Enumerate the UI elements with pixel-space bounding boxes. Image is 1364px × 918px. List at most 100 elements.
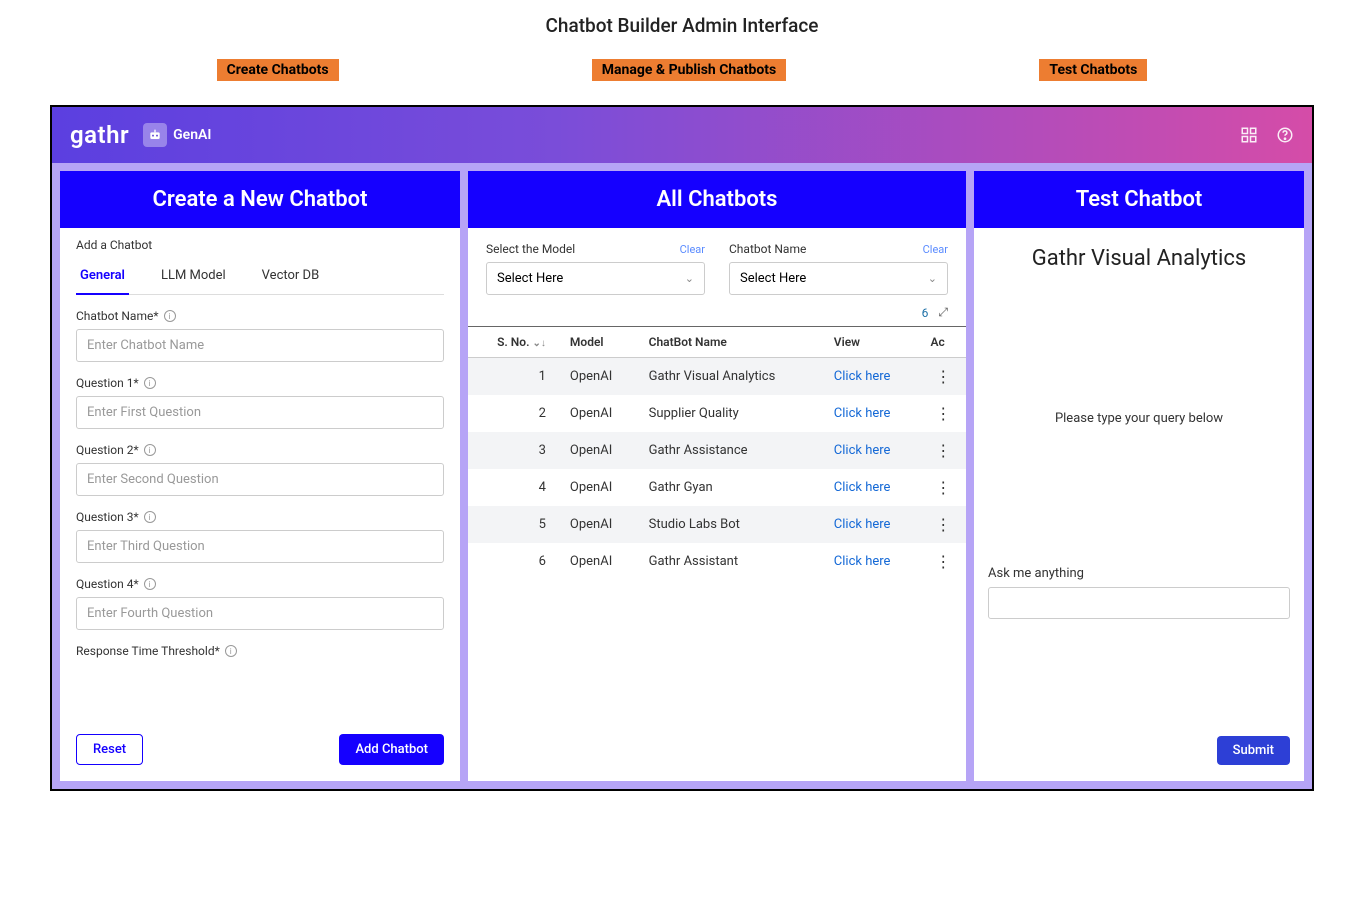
name-clear-link[interactable]: Clear [923, 243, 948, 256]
question1-label: Question 1* [76, 376, 139, 390]
kebab-icon[interactable]: ⋮ [921, 469, 966, 506]
question2-input[interactable] [76, 463, 444, 496]
expand-icon[interactable]: ⤢ [938, 305, 948, 320]
cell-name: Gathr Assistant [639, 543, 824, 580]
cell-sno: 1 [468, 358, 560, 396]
chatbot-name-input[interactable] [76, 329, 444, 362]
info-icon[interactable]: i [144, 377, 156, 389]
kebab-icon[interactable]: ⋮ [921, 395, 966, 432]
chatbot-name-label: Chatbot Name* [76, 309, 159, 323]
table-row: 4OpenAIGathr Gyan Click here ⋮ [468, 469, 966, 506]
question3-input[interactable] [76, 530, 444, 563]
cell-name: Gathr Gyan [639, 469, 824, 506]
question4-label: Question 4* [76, 577, 139, 591]
table-row: 2OpenAISupplier QualityClick here⋮ [468, 395, 966, 432]
callout-create: Create Chatbots [217, 59, 339, 81]
kebab-icon[interactable]: ⋮ [921, 543, 966, 580]
cell-model: OpenAI [560, 506, 639, 543]
callout-row: Create Chatbots Manage & Publish Chatbot… [0, 59, 1364, 105]
product-badge: GenAI [143, 123, 211, 147]
cell-model: OpenAI [560, 469, 639, 506]
create-panel: Create a New Chatbot Add a Chatbot Gener… [60, 171, 460, 781]
table-row: 3OpenAIGathr Assistance Click here ⋮ [468, 432, 966, 469]
brand-logo: gathr [70, 121, 129, 149]
col-action[interactable]: Ac [921, 327, 966, 358]
question1-input[interactable] [76, 396, 444, 429]
view-link[interactable]: Click here [834, 369, 891, 384]
apps-icon[interactable] [1240, 126, 1258, 144]
all-panel-title: All Chatbots [468, 171, 966, 228]
model-clear-link[interactable]: Clear [680, 243, 705, 256]
app-window: gathr GenAI Create a New Chatbot Add a C… [50, 105, 1314, 791]
info-icon[interactable]: i [144, 511, 156, 523]
test-panel: Test Chatbot Gathr Visual Analytics Plea… [974, 171, 1304, 781]
test-chatbot-name: Gathr Visual Analytics [988, 246, 1290, 271]
chatbots-table: S. No.⌄↓ Model ChatBot Name View Ac 1Ope… [468, 326, 966, 580]
kebab-icon[interactable]: ⋮ [921, 432, 966, 469]
cell-sno: 5 [468, 506, 560, 543]
table-row: 6OpenAIGathr Assistant Click here ⋮ [468, 543, 966, 580]
col-model[interactable]: Model [560, 327, 639, 358]
test-panel-title: Test Chatbot [974, 171, 1304, 228]
submit-button[interactable]: Submit [1217, 736, 1290, 765]
table-row: 1OpenAIGathr Visual AnalyticsClick here⋮ [468, 358, 966, 396]
callout-manage: Manage & Publish Chatbots [592, 59, 786, 81]
col-view[interactable]: View [824, 327, 921, 358]
sort-icon: ⌄↓ [533, 338, 546, 349]
model-select[interactable]: Select Here ⌄ [486, 262, 705, 295]
view-link[interactable]: Click here [834, 443, 891, 458]
cell-model: OpenAI [560, 358, 639, 396]
callout-test: Test Chatbots [1039, 59, 1147, 81]
help-icon[interactable] [1276, 126, 1294, 144]
view-link[interactable]: Click here [834, 554, 891, 569]
name-select-value: Select Here [740, 271, 806, 286]
cell-model: OpenAI [560, 543, 639, 580]
info-icon[interactable]: i [144, 578, 156, 590]
row-count: 6 [922, 306, 929, 320]
cell-name: Gathr Assistance [639, 432, 824, 469]
chevron-down-icon: ⌄ [928, 272, 937, 285]
cell-name: Studio Labs Bot [639, 506, 824, 543]
col-sno[interactable]: S. No.⌄↓ [468, 327, 560, 358]
name-filter-label: Chatbot Name [729, 242, 806, 256]
chevron-down-icon: ⌄ [685, 272, 694, 285]
create-panel-title: Create a New Chatbot [60, 171, 460, 228]
info-icon[interactable]: i [225, 645, 237, 657]
kebab-icon[interactable]: ⋮ [921, 506, 966, 543]
bot-icon [143, 123, 167, 147]
info-icon[interactable]: i [164, 310, 176, 322]
page-title: Chatbot Builder Admin Interface [0, 0, 1364, 59]
table-row: 5OpenAIStudio Labs Bot Click here ⋮ [468, 506, 966, 543]
app-header: gathr GenAI [52, 107, 1312, 163]
all-panel: All Chatbots Select the Model Clear Sele… [468, 171, 966, 781]
col-name[interactable]: ChatBot Name [639, 327, 824, 358]
test-prompt-text: Please type your query below [988, 411, 1290, 426]
ask-label: Ask me anything [988, 566, 1290, 581]
model-select-value: Select Here [497, 271, 563, 286]
cell-model: OpenAI [560, 395, 639, 432]
tab-vector-db[interactable]: Vector DB [258, 260, 324, 294]
question2-label: Question 2* [76, 443, 139, 457]
tab-general[interactable]: General [76, 260, 129, 295]
cell-sno: 3 [468, 432, 560, 469]
view-link[interactable]: Click here [834, 517, 891, 532]
tab-llm-model[interactable]: LLM Model [157, 260, 230, 294]
reset-button[interactable]: Reset [76, 734, 143, 765]
cell-sno: 4 [468, 469, 560, 506]
cell-sno: 6 [468, 543, 560, 580]
ask-input[interactable] [988, 587, 1290, 619]
model-filter-label: Select the Model [486, 242, 575, 256]
question3-label: Question 3* [76, 510, 139, 524]
kebab-icon[interactable]: ⋮ [921, 358, 966, 396]
cell-model: OpenAI [560, 432, 639, 469]
create-subtitle: Add a Chatbot [76, 238, 444, 252]
question4-input[interactable] [76, 597, 444, 630]
view-link[interactable]: Click here [834, 480, 891, 495]
rtt-label: Response Time Threshold* [76, 644, 220, 658]
add-chatbot-button[interactable]: Add Chatbot [339, 734, 444, 765]
info-icon[interactable]: i [144, 444, 156, 456]
name-select[interactable]: Select Here ⌄ [729, 262, 948, 295]
cell-sno: 2 [468, 395, 560, 432]
create-tabs: General LLM Model Vector DB [76, 260, 444, 295]
view-link[interactable]: Click here [834, 406, 891, 421]
